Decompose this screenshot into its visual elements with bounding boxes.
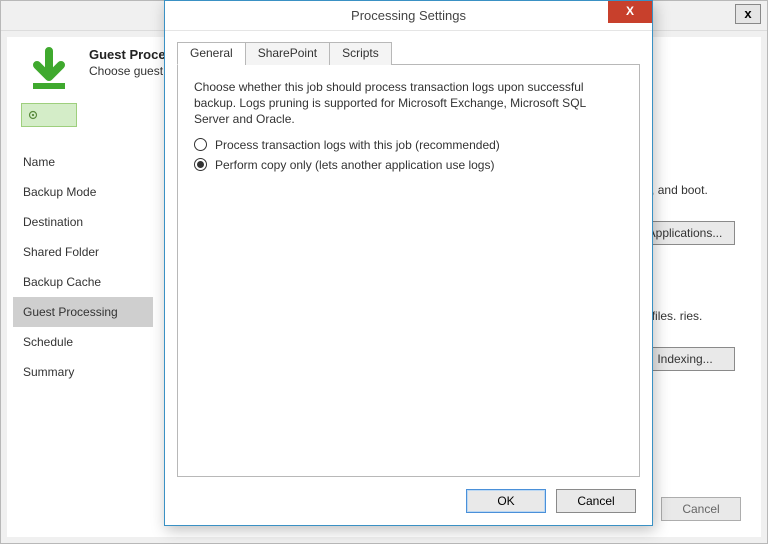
- sidebar-item-shared-folder[interactable]: Shared Folder: [13, 237, 153, 267]
- radio-option-copy-only[interactable]: Perform copy only (lets another applicat…: [194, 158, 623, 172]
- sidebar-item-schedule[interactable]: Schedule: [13, 327, 153, 357]
- sidebar-item-backup-mode[interactable]: Backup Mode: [13, 177, 153, 207]
- dialog-titlebar: Processing Settings X: [165, 1, 652, 31]
- processing-settings-dialog: Processing Settings X General SharePoint…: [164, 0, 653, 526]
- tab-scripts[interactable]: Scripts: [329, 42, 392, 65]
- dialog-close-button[interactable]: X: [608, 1, 652, 23]
- tab-general[interactable]: General: [177, 42, 246, 65]
- dialog-cancel-button[interactable]: Cancel: [556, 489, 636, 513]
- radio-label: Perform copy only (lets another applicat…: [215, 158, 494, 172]
- tab-content-general: Choose whether this job should process t…: [177, 65, 640, 477]
- sidebar-item-summary[interactable]: Summary: [13, 357, 153, 387]
- sidebar-item-guest-processing[interactable]: Guest Processing: [13, 297, 153, 327]
- wizard-close-button[interactable]: x: [735, 4, 761, 24]
- radio-icon: [194, 158, 207, 171]
- dialog-tabs: General SharePoint Scripts: [177, 41, 640, 65]
- radio-icon: [194, 138, 207, 151]
- radio-option-process-logs[interactable]: Process transaction logs with this job (…: [194, 138, 623, 152]
- tab-description: Choose whether this job should process t…: [194, 79, 623, 128]
- download-arrow-icon: [25, 47, 73, 95]
- ok-button[interactable]: OK: [466, 489, 546, 513]
- radio-label: Process transaction logs with this job (…: [215, 138, 500, 152]
- tab-sharepoint[interactable]: SharePoint: [245, 42, 330, 65]
- dialog-title: Processing Settings: [165, 1, 652, 31]
- sidebar-item-destination[interactable]: Destination: [13, 207, 153, 237]
- dialog-body: General SharePoint Scripts Choose whethe…: [177, 41, 640, 477]
- wizard-sidebar: Name Backup Mode Destination Shared Fold…: [13, 147, 153, 531]
- wizard-cancel-button[interactable]: Cancel: [661, 497, 741, 521]
- gear-strip-icon: [21, 103, 77, 127]
- dialog-footer: OK Cancel: [466, 489, 636, 513]
- sidebar-item-backup-cache[interactable]: Backup Cache: [13, 267, 153, 297]
- sidebar-item-name[interactable]: Name: [13, 147, 153, 177]
